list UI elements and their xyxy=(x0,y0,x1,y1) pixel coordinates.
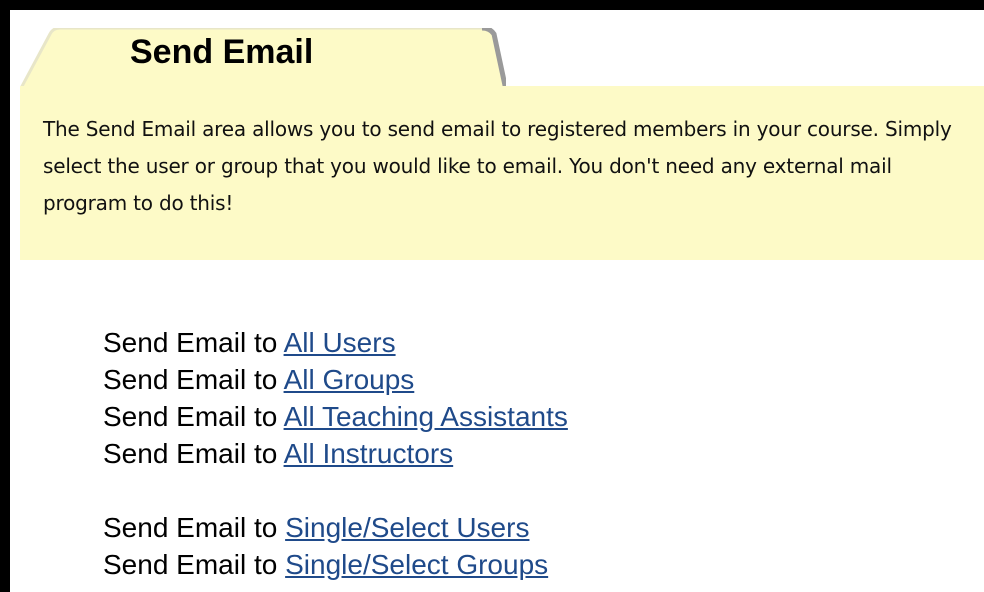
link-prefix: Send Email to xyxy=(103,327,278,358)
list-item: Send Email to All Instructors xyxy=(103,435,568,472)
all-teaching-assistants-link[interactable]: All Teaching Assistants xyxy=(284,401,568,432)
list-item: Send Email to Single/Select Groups xyxy=(103,546,568,583)
link-prefix: Send Email to xyxy=(103,364,278,395)
link-prefix: Send Email to xyxy=(103,512,278,543)
email-links: Send Email to All Users Send Email to Al… xyxy=(103,324,568,583)
list-item: Send Email to All Teaching Assistants xyxy=(103,398,568,435)
all-instructors-link[interactable]: All Instructors xyxy=(284,438,454,469)
list-item: Send Email to All Groups xyxy=(103,361,568,398)
single-select-users-link[interactable]: Single/Select Users xyxy=(285,512,529,543)
page-title: Send Email xyxy=(130,33,314,71)
list-item: Send Email to Single/Select Users xyxy=(103,509,568,546)
list-item: Send Email to All Users xyxy=(103,324,568,361)
description-text: The Send Email area allows you to send e… xyxy=(43,117,952,215)
link-prefix: Send Email to xyxy=(103,401,278,432)
all-groups-link[interactable]: All Groups xyxy=(284,364,415,395)
single-select-groups-link[interactable]: Single/Select Groups xyxy=(285,549,548,580)
all-users-link[interactable]: All Users xyxy=(284,327,396,358)
link-prefix: Send Email to xyxy=(103,549,278,580)
link-prefix: Send Email to xyxy=(103,438,278,469)
